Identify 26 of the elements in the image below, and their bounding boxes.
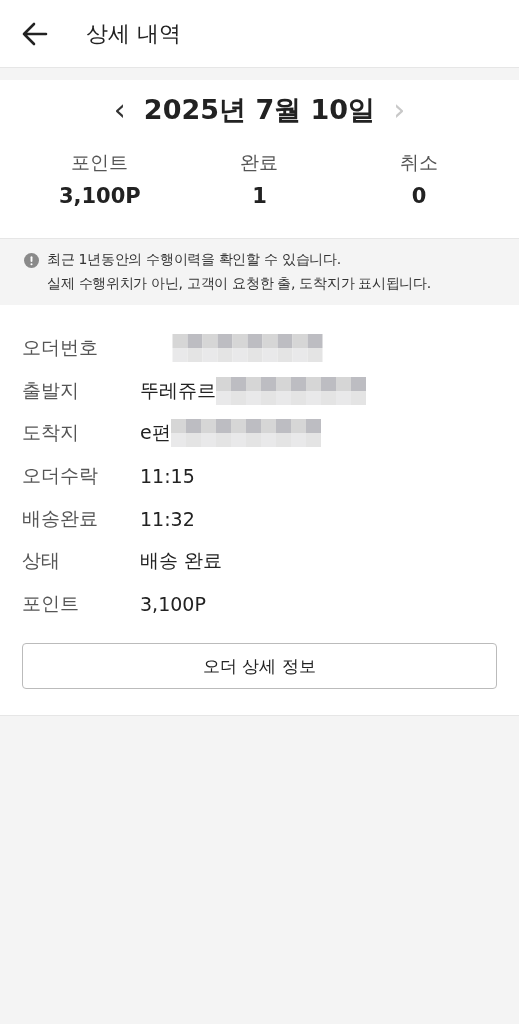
date-title: 2025년 7월 10일 — [143, 93, 376, 127]
notice-text: 최근 1년동안의 수행이력을 확인할 수 있습니다. — [47, 251, 342, 269]
summary-value: 3,100P — [58, 184, 141, 208]
notice-text: 실제 수행위치가 아닌, 고객이 요청한 출, 도착지가 표시됩니다. — [47, 275, 431, 293]
summary-label: 취소 — [400, 150, 439, 175]
previous-date-button[interactable]: ‹ — [109, 95, 130, 125]
summary-label: 완료 — [240, 150, 279, 175]
detail-value: e편 — [140, 420, 171, 446]
detail-label: 상태 — [22, 548, 61, 574]
detail-label: 도착지 — [22, 420, 80, 446]
detail-value: 배송 완료 — [140, 548, 223, 574]
info-icon — [24, 253, 39, 268]
detail-value: 뚜레쥬르 — [140, 377, 216, 403]
summary-value: 0 — [411, 184, 427, 208]
detail-label: 포인트 — [22, 590, 80, 616]
detail-value: 11:32 — [140, 507, 195, 530]
page-title: 상세 내역 — [86, 19, 181, 48]
detail-value: 3,100P — [140, 592, 206, 615]
detail-label: 출발지 — [22, 377, 80, 403]
detail-label: 오더수락 — [22, 463, 99, 489]
summary-label: 포인트 — [71, 150, 129, 175]
summary-value: 1 — [252, 184, 267, 208]
detail-label: 오더번호 — [22, 335, 99, 361]
order-detail-button[interactable]: 오더 상세 정보 — [22, 643, 497, 690]
detail-value: 11:15 — [140, 465, 195, 488]
detail-label: 배송완료 — [22, 505, 99, 531]
